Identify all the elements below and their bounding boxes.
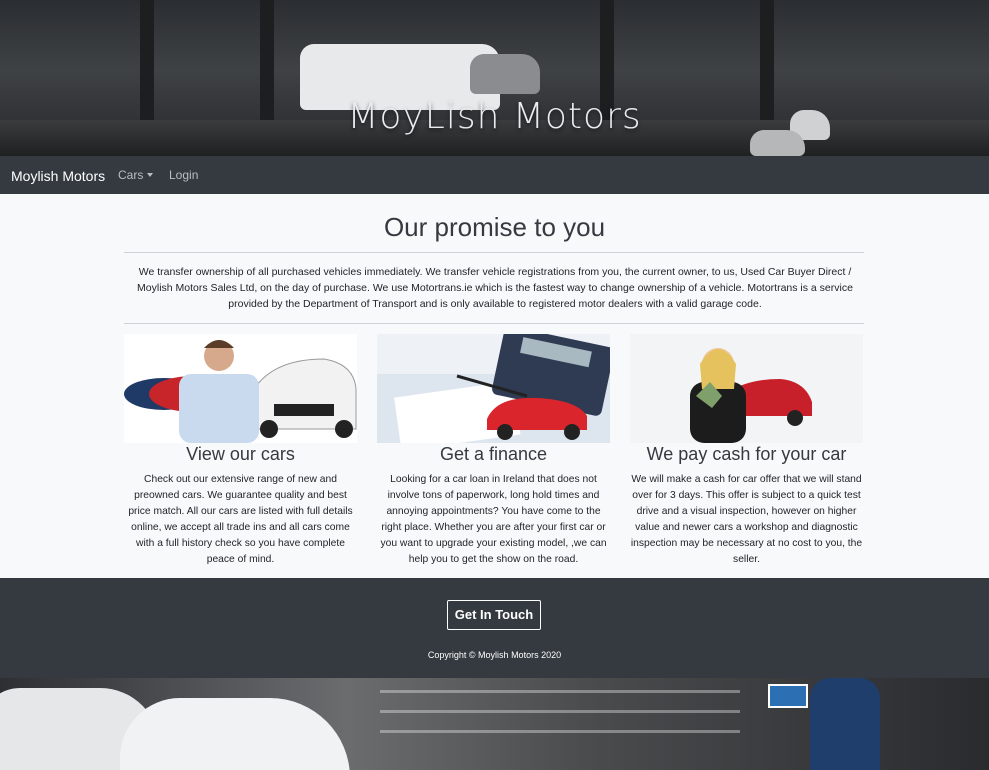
nav-item-login[interactable]: Login <box>169 168 198 182</box>
cash-image <box>630 334 863 443</box>
hero-car <box>470 54 540 94</box>
feature-text: We will make a cash for car offer that w… <box>630 474 863 565</box>
sign <box>768 684 808 708</box>
feature-text: Looking for a car loan in Ireland that d… <box>380 474 607 565</box>
ceiling-stripe <box>380 730 740 733</box>
nav-item-cars-label: Cars <box>118 168 144 182</box>
showroom-car <box>120 698 350 770</box>
finance-image <box>377 334 610 443</box>
person <box>810 678 880 770</box>
hero-banner: MoyLish Motors <box>0 0 989 156</box>
feature-title: We pay cash for your car <box>646 444 847 464</box>
navbar-brand[interactable]: Moylish Motors <box>11 168 105 184</box>
cars-illustration <box>124 340 357 443</box>
nav-item-cars[interactable]: Cars <box>118 168 154 182</box>
page-title: Our promise to you <box>383 212 606 242</box>
feature-card-finance: Get a finance Looking for a car loan in … <box>377 334 610 565</box>
feature-title: View our cars <box>186 444 295 464</box>
divider <box>124 252 864 253</box>
bottom-background-image <box>0 678 989 770</box>
ceiling-stripe <box>380 710 740 713</box>
ceiling-stripe <box>380 690 740 693</box>
feature-text: Check out our extensive range of new and… <box>128 474 353 565</box>
copyright-text: Copyright © Moylish Motors 2020 <box>427 650 562 660</box>
caret-down-icon <box>147 173 154 177</box>
main-content: Our promise to you We transfer ownership… <box>0 194 989 578</box>
hero-title: MoyLish Motors <box>347 96 642 137</box>
get-in-touch-button[interactable]: Get In Touch <box>447 600 541 630</box>
cars-image <box>124 334 357 443</box>
feature-title: Get a finance <box>439 444 548 464</box>
navbar: Moylish Motors Cars Login <box>0 156 989 194</box>
footer: Get In Touch Copyright © Moylish Motors … <box>0 578 989 678</box>
cash-illustration <box>690 348 812 443</box>
divider <box>124 323 864 324</box>
finance-illustration <box>377 334 610 443</box>
feature-card-cash: We pay cash for your car We will make a … <box>630 334 863 565</box>
feature-card-view-cars: View our cars Check out our extensive ra… <box>124 334 357 565</box>
promise-text: We transfer ownership of all purchased v… <box>137 266 853 310</box>
